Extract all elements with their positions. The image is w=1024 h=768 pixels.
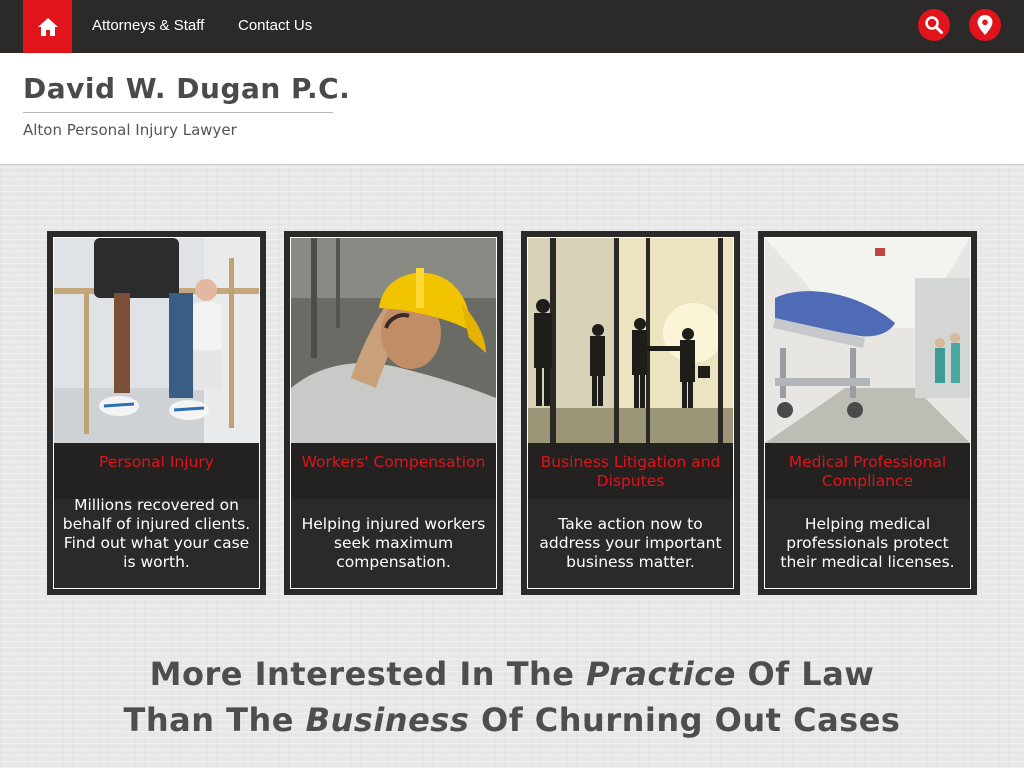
home-icon (37, 17, 58, 36)
card-description: Helping medical professionals protect th… (780, 515, 955, 571)
slogan-text: More Interested In The (149, 655, 587, 693)
top-nav-bar: Attorneys & Staff Contact Us (0, 0, 1024, 53)
home-button[interactable] (23, 0, 72, 53)
business-handshake-photo (528, 238, 733, 443)
slogan-emphasis: Business (305, 701, 470, 739)
search-icon (925, 16, 943, 34)
card-description: Millions recovered on behalf of injured … (62, 496, 251, 571)
card-title[interactable]: Business Litigation and Disputes (528, 443, 733, 499)
nav-link-contact-us[interactable]: Contact Us (238, 17, 312, 34)
slogan-line-2: Than The Business Of Churning Out Cases (0, 701, 1024, 739)
card-title[interactable]: Personal Injury (54, 443, 259, 499)
firm-name[interactable]: David W. Dugan P.C. (23, 72, 350, 105)
map-pin-icon (977, 15, 993, 35)
practice-card-medical-compliance[interactable]: Medical Professional Compliance Helping … (758, 231, 977, 595)
card-frame: Personal Injury Millions recovered on be… (53, 237, 260, 589)
hospital-corridor-photo (765, 238, 970, 443)
practice-card-business-litigation[interactable]: Business Litigation and Disputes Take ac… (521, 231, 740, 595)
practice-card-personal-injury[interactable]: Personal Injury Millions recovered on be… (47, 231, 266, 595)
card-description: Helping injured workers seek maximum com… (301, 515, 486, 571)
slogan-text: Of Law (735, 655, 875, 693)
slogan-text: Of Churning Out Cases (469, 701, 901, 739)
firm-tagline: Alton Personal Injury Lawyer (23, 121, 237, 139)
location-button[interactable] (969, 9, 1001, 41)
slogan-text: Than The (123, 701, 306, 739)
card-description: Take action now to address your importan… (539, 515, 722, 571)
card-frame: Medical Professional Compliance Helping … (764, 237, 971, 589)
nav-link-attorneys-staff[interactable]: Attorneys & Staff (92, 17, 204, 34)
card-title[interactable]: Workers' Compensation (291, 443, 496, 499)
card-frame: Workers' Compensation Helping injured wo… (290, 237, 497, 589)
physical-therapy-photo (54, 238, 259, 443)
header-divider (23, 112, 333, 113)
card-title[interactable]: Medical Professional Compliance (765, 443, 970, 499)
slogan-emphasis: Practice (586, 655, 736, 693)
site-header: David W. Dugan P.C. Alton Personal Injur… (0, 53, 1024, 165)
practice-card-workers-compensation[interactable]: Workers' Compensation Helping injured wo… (284, 231, 503, 595)
slogan-line-1: More Interested In The Practice Of Law (0, 655, 1024, 693)
card-frame: Business Litigation and Disputes Take ac… (527, 237, 734, 589)
injured-worker-photo (291, 238, 496, 443)
search-button[interactable] (918, 9, 950, 41)
